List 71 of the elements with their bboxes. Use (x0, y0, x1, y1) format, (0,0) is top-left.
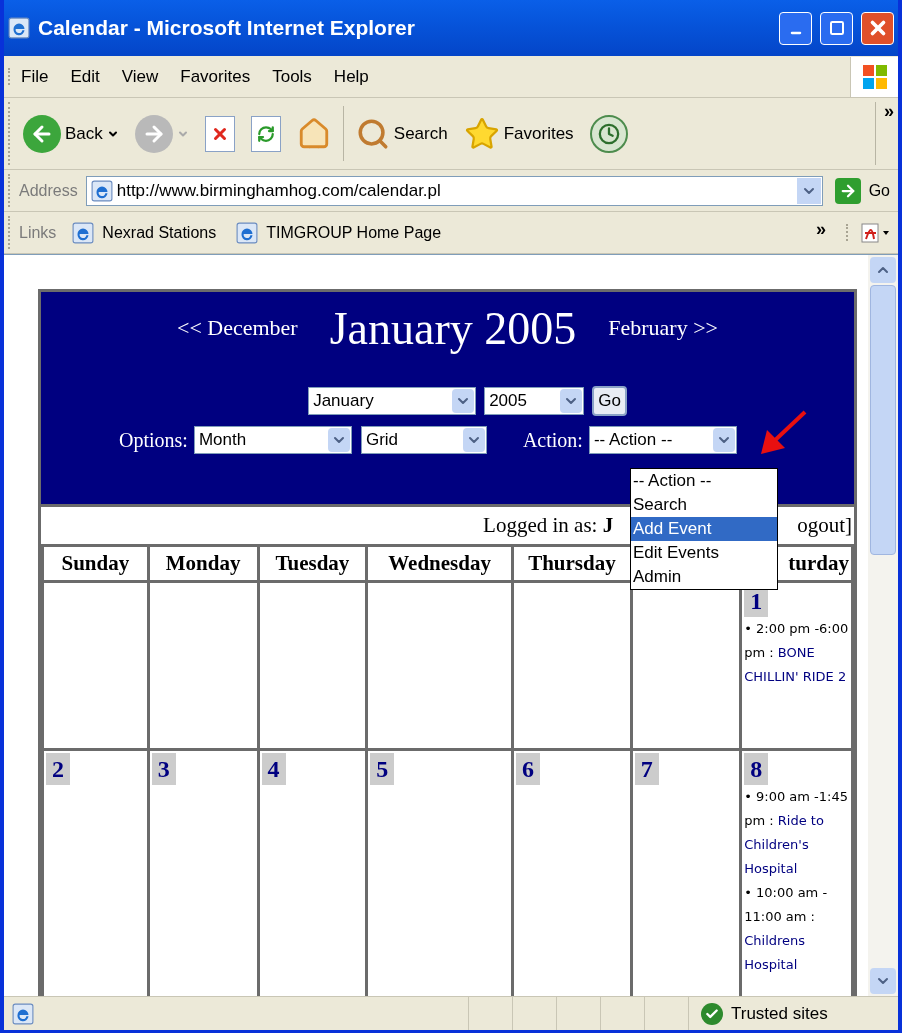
search-button[interactable]: Search (351, 116, 452, 151)
action-select[interactable]: -- Action -- (588, 426, 737, 454)
month-name-select[interactable]: January (308, 387, 477, 415)
previous-month-link[interactable]: << December (177, 311, 298, 344)
go-button[interactable]: Go (826, 177, 890, 204)
day-number[interactable]: 7 (634, 753, 659, 785)
link-button[interactable]: Nexrad Stations (64, 220, 225, 245)
scroll-up-icon[interactable] (870, 257, 896, 283)
close-button[interactable] (861, 11, 894, 45)
menu-item[interactable]: View (110, 63, 170, 90)
page-icon (72, 221, 95, 244)
column-header: Thursday (528, 549, 616, 577)
favorites-button[interactable]: Favorites (459, 115, 578, 152)
dropdown-option[interactable]: -- Action -- (631, 469, 777, 493)
minimize-button[interactable] (779, 11, 812, 45)
column-header: Sunday (61, 549, 130, 577)
scroll-down-icon[interactable] (870, 968, 896, 994)
event-entry[interactable]: • 2:00 pm -6:00 pm : BONE CHILLIN' RIDE 2 (744, 617, 849, 689)
links-overflow[interactable]: » (816, 216, 826, 243)
vertical-scrollbar[interactable] (868, 255, 898, 996)
page-icon (12, 1002, 34, 1025)
column-header: Wednesday (388, 549, 491, 577)
day-number[interactable]: 2 (46, 753, 70, 785)
page-icon (236, 221, 259, 244)
history-icon (589, 114, 628, 153)
address-label: Address (18, 180, 79, 201)
day-number[interactable]: 8 (744, 753, 769, 785)
action-label: Action: (522, 428, 583, 453)
menu-item[interactable]: File (10, 63, 60, 90)
month-title: January 2005 (329, 306, 577, 352)
menu-item[interactable]: Edit (59, 63, 111, 90)
day-number[interactable]: 6 (516, 753, 540, 785)
logged-in-text: Logged in as: J (483, 511, 614, 539)
day-number[interactable]: 4 (261, 753, 286, 785)
menu-item[interactable]: Favorites (169, 63, 262, 90)
next-month-link[interactable]: February >> (608, 311, 718, 344)
dropdown-option[interactable]: Search (631, 493, 777, 517)
address-field[interactable]: http://www.birminghamhog.com/calendar.pl (85, 175, 823, 206)
event-entry[interactable]: • 9:00 am -1:45 pm : Ride to Children's Hospital (744, 785, 849, 881)
links-label: Links (18, 222, 58, 243)
stop-icon (204, 115, 235, 152)
options-label: Options: (119, 428, 188, 454)
dropdown-option[interactable]: Add Event (631, 517, 777, 541)
back-button[interactable]: Back (19, 114, 123, 153)
day-number[interactable]: 3 (151, 753, 176, 785)
star-icon (463, 115, 500, 152)
column-header: Monday (165, 549, 241, 577)
refresh-icon (250, 115, 281, 152)
layout-select[interactable]: Grid (360, 426, 487, 454)
link-button[interactable]: TIMGROUP Home Page (228, 220, 450, 245)
window-title: Calendar - Microsoft Internet Explorer (38, 15, 416, 42)
page-icon (90, 179, 113, 202)
day-number[interactable]: 5 (370, 753, 395, 785)
maximize-icon (828, 20, 845, 36)
go-button[interactable]: Go (592, 386, 627, 416)
check-icon (701, 1002, 723, 1025)
menu-item[interactable]: Tools (261, 63, 323, 90)
logout-link[interactable]: ogout] (797, 509, 852, 542)
maximize-button[interactable] (820, 11, 853, 45)
toolbar-overflow[interactable]: » (884, 98, 894, 125)
year-select[interactable]: 2005 (484, 387, 585, 415)
column-header: Tuesday (275, 549, 350, 577)
menu-item[interactable]: Help (322, 63, 380, 90)
scroll-thumb[interactable] (870, 285, 896, 555)
dropdown-option[interactable]: Edit Events (631, 541, 777, 565)
browser-icon (8, 17, 30, 39)
security-zone: Trusted sites (688, 997, 898, 1030)
event-entry[interactable]: • 10:00 am - 11:00 am : Childrens Hospital (744, 881, 849, 977)
search-icon (355, 116, 390, 151)
column-header: turday (788, 549, 849, 577)
view-mode-select[interactable]: Month (193, 426, 352, 454)
